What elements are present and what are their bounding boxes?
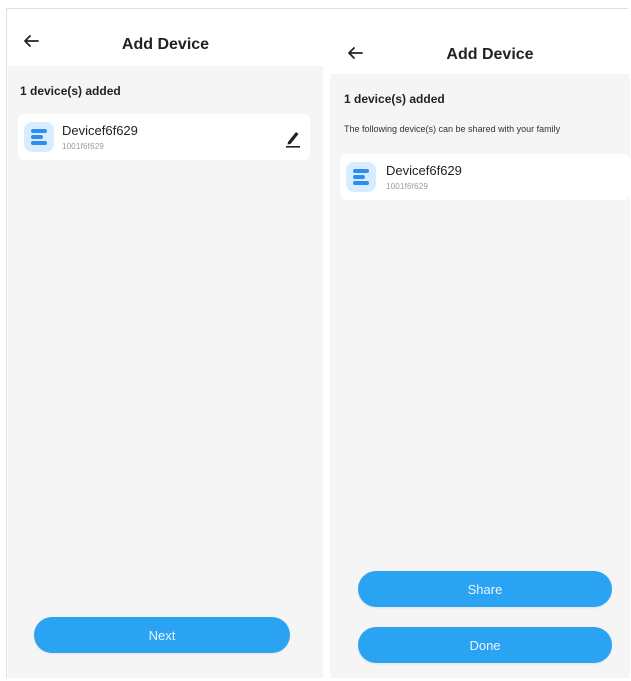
devices-added-count: 1 device(s) added xyxy=(20,84,121,98)
device-name: Devicef6f629 xyxy=(386,163,462,178)
devices-added-count: 1 device(s) added xyxy=(344,92,445,106)
done-button[interactable]: Done xyxy=(358,627,612,663)
pencil-icon[interactable] xyxy=(283,128,303,148)
device-list-icon xyxy=(24,122,54,152)
add-device-screen-right: Add Device 1 device(s) added The followi… xyxy=(330,18,630,678)
device-card[interactable]: Devicef6f629 1001f6f629 xyxy=(18,114,310,160)
header: Add Device xyxy=(8,10,323,66)
add-device-screen-left: Add Device 1 device(s) added Devicef6f62… xyxy=(8,10,323,678)
share-button[interactable]: Share xyxy=(358,571,612,607)
share-note: The following device(s) can be shared wi… xyxy=(344,124,561,134)
page-title: Add Device xyxy=(121,36,210,53)
header: Add Device xyxy=(330,18,630,74)
device-name: Devicef6f629 xyxy=(62,123,138,138)
next-button[interactable]: Next xyxy=(34,617,290,653)
device-id: 1001f6f629 xyxy=(386,182,429,191)
page-title: Add Device xyxy=(446,46,534,63)
device-list-icon xyxy=(346,162,376,192)
device-card[interactable]: Devicef6f629 1001f6f629 xyxy=(340,154,630,200)
device-id: 1001f6f629 xyxy=(62,142,105,151)
